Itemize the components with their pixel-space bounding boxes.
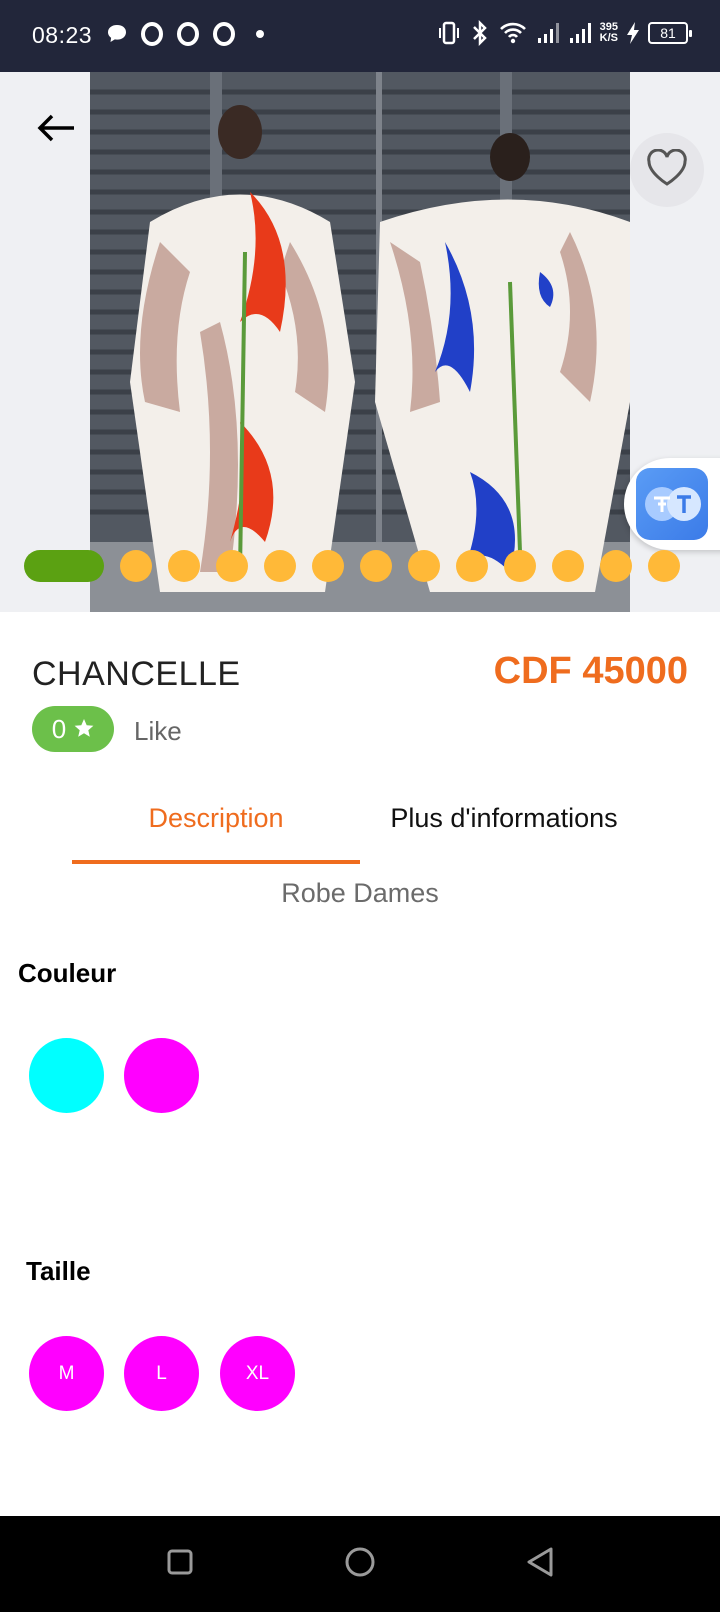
pagination-dot[interactable] [216, 550, 248, 582]
pagination-dot[interactable] [120, 550, 152, 582]
status-time: 08:23 [32, 22, 93, 48]
back-button[interactable] [30, 104, 82, 156]
recent-apps-button[interactable] [156, 1540, 204, 1588]
opera-icon [140, 22, 164, 46]
size-option-l[interactable]: L [124, 1336, 199, 1411]
product-category: Robe Dames [281, 878, 439, 908]
product-price: CDF 45000 [493, 650, 688, 692]
pagination-dot-active[interactable] [24, 550, 104, 582]
back-nav-button[interactable] [516, 1540, 564, 1588]
triangle-back-icon [525, 1546, 555, 1583]
pagination-dot[interactable] [168, 550, 200, 582]
star-icon [74, 714, 94, 745]
color-swatch-cyan[interactable] [29, 1038, 104, 1113]
like-button[interactable]: Like [134, 716, 182, 747]
translate-icon [636, 468, 708, 540]
pagination-dot[interactable] [312, 550, 344, 582]
favorite-button[interactable] [630, 133, 704, 207]
tab-description[interactable]: Description [72, 790, 360, 864]
size-section-label: Taille [26, 1256, 91, 1286]
notification-icons [106, 22, 268, 46]
image-pagination-dots[interactable] [24, 550, 680, 582]
rating-badge[interactable]: 0 [32, 706, 114, 752]
tab-more-info[interactable]: Plus d'informations [360, 790, 648, 864]
size-option-m[interactable]: M [29, 1336, 104, 1411]
info-tabs: Description Plus d'informations [72, 790, 648, 864]
pagination-dot[interactable] [552, 550, 584, 582]
network-speed-unit: K/S [599, 32, 618, 44]
rating-value: 0 [51, 713, 67, 744]
status-bar: 08:23 395 K/S 81 [0, 0, 720, 72]
signal-strength-icon [568, 20, 592, 46]
signal-strength-icon [536, 20, 560, 46]
battery-icon: 81 [648, 22, 692, 44]
pagination-dot[interactable] [360, 550, 392, 582]
vibrate-icon [436, 20, 462, 46]
battery-level: 81 [660, 25, 676, 41]
pagination-dot[interactable] [264, 550, 296, 582]
home-button[interactable] [336, 1540, 384, 1588]
pagination-dot[interactable] [456, 550, 488, 582]
network-speed: 395 K/S [600, 22, 618, 44]
more-notifications-dot-icon [248, 22, 268, 46]
pagination-dot[interactable] [600, 550, 632, 582]
translate-floating-button[interactable] [624, 458, 720, 550]
color-swatch-magenta[interactable] [124, 1038, 199, 1113]
size-option-xl[interactable]: XL [220, 1336, 295, 1411]
pagination-dot[interactable] [504, 550, 536, 582]
charging-bolt-icon [626, 21, 640, 45]
system-navigation-bar [0, 1516, 720, 1612]
pagination-dot[interactable] [408, 550, 440, 582]
product-image-gallery[interactable] [0, 72, 720, 612]
pagination-dot[interactable] [648, 550, 680, 582]
arrow-left-icon [36, 113, 76, 148]
circle-icon [344, 1546, 376, 1583]
color-section-label: Couleur [18, 958, 117, 988]
heart-icon [646, 147, 688, 192]
product-name: CHANCELLE [32, 655, 241, 693]
bluetooth-icon [470, 20, 490, 46]
product-detail-screen: 08:23 395 K/S 81 CHANCELLE CDF 45000 0 L… [0, 0, 720, 1612]
chat-bubble-icon [106, 23, 128, 45]
square-icon [166, 1548, 194, 1581]
opera-icon [176, 22, 200, 46]
system-icons: 395 K/S 81 [436, 20, 692, 46]
opera-icon [212, 22, 236, 46]
product-photo[interactable] [90, 72, 630, 612]
wifi-icon [498, 20, 528, 46]
